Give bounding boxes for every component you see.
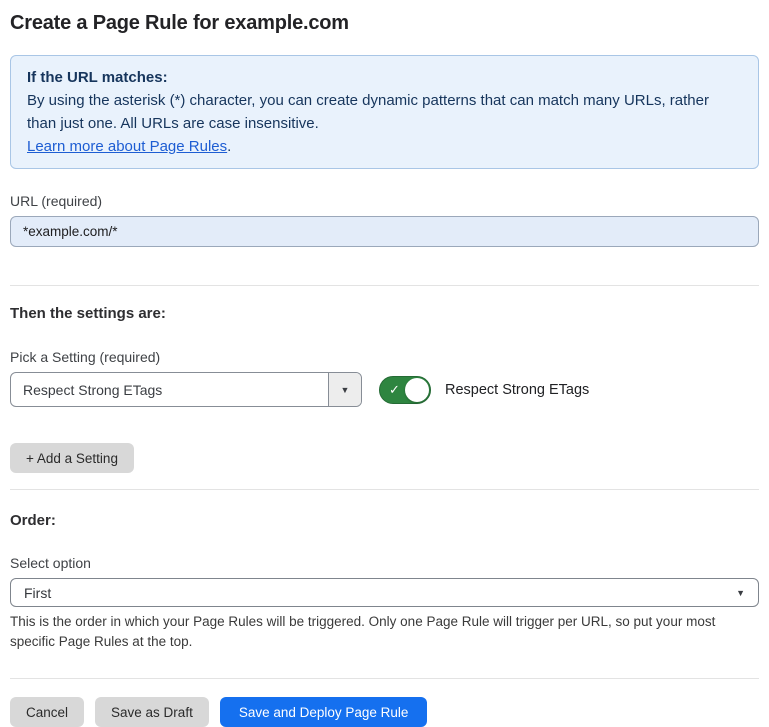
order-select-label: Select option	[10, 555, 759, 571]
check-icon: ✓	[389, 383, 400, 396]
add-setting-button[interactable]: + Add a Setting	[10, 443, 134, 473]
setting-dropdown-arrow-button[interactable]: ▼	[328, 373, 361, 406]
setting-toggle[interactable]: ✓	[379, 376, 431, 404]
toggle-label: Respect Strong ETags	[445, 382, 589, 398]
chevron-down-icon: ▼	[341, 385, 350, 395]
info-box-heading: If the URL matches:	[27, 66, 742, 89]
divider	[10, 678, 759, 679]
info-box-body: By using the asterisk (*) character, you…	[27, 89, 742, 135]
save-as-draft-button[interactable]: Save as Draft	[95, 697, 209, 727]
url-match-info-box: If the URL matches: By using the asteris…	[10, 55, 759, 169]
page-title: Create a Page Rule for example.com	[10, 12, 759, 35]
toggle-knob	[405, 378, 429, 402]
url-input[interactable]	[10, 216, 759, 247]
divider	[10, 285, 759, 286]
url-field-label: URL (required)	[10, 193, 759, 209]
order-help-text: This is the order in which your Page Rul…	[10, 612, 755, 652]
footer-actions: Cancel Save as Draft Save and Deploy Pag…	[10, 697, 759, 727]
divider	[10, 489, 759, 490]
pick-setting-label: Pick a Setting (required)	[10, 349, 759, 365]
chevron-down-icon: ▼	[736, 588, 745, 598]
settings-section-heading: Then the settings are:	[10, 305, 759, 322]
order-section-heading: Order:	[10, 512, 759, 529]
setting-dropdown-value: Respect Strong ETags	[11, 373, 328, 406]
save-and-deploy-button[interactable]: Save and Deploy Page Rule	[220, 697, 428, 727]
info-box-link-line: Learn more about Page Rules.	[27, 135, 742, 158]
order-select[interactable]: First ▼	[10, 578, 759, 607]
link-suffix: .	[227, 138, 231, 155]
setting-row: Respect Strong ETags ▼ ✓ Respect Strong …	[10, 372, 759, 407]
learn-more-link[interactable]: Learn more about Page Rules	[27, 138, 227, 155]
order-select-value: First	[24, 585, 51, 601]
setting-dropdown[interactable]: Respect Strong ETags ▼	[10, 372, 362, 407]
cancel-button[interactable]: Cancel	[10, 697, 84, 727]
